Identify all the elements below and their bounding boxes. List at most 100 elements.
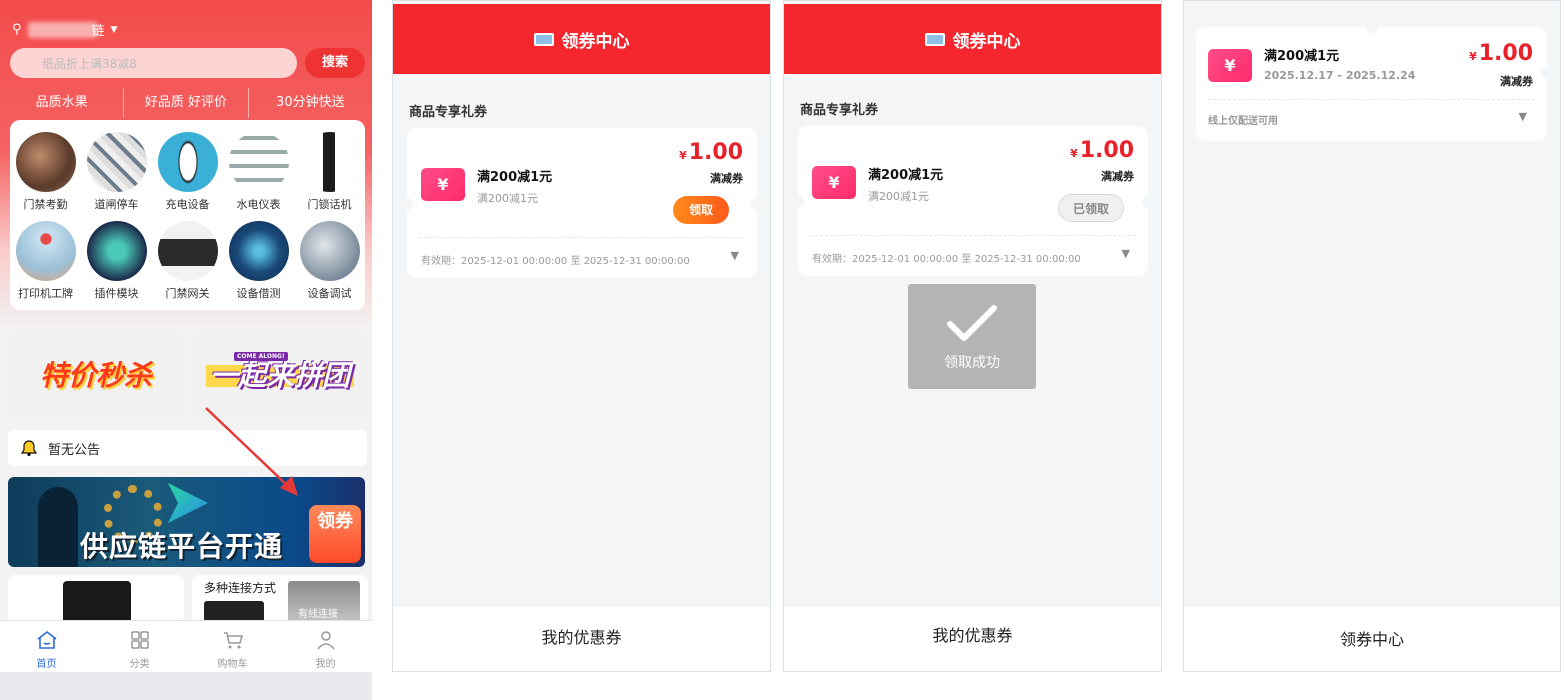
category-parking[interactable]: 道闸停车 [81,132,152,220]
tab-label: 首页 [36,659,57,670]
category-label: 插件模块 [94,287,139,300]
home-screen: ⚲ 链 ▼ 纸品折上满38减8 搜索 品质水果 好品质 好评价 30分钟快送 门… [0,0,372,700]
category-label: 充电设备 [165,198,210,211]
home-icon [37,630,56,649]
my-coupons-button[interactable]: 我的优惠券 [784,605,1161,671]
card-notch [1142,196,1154,208]
slogan-bar: 品质水果 好品质 好评价 30分钟快送 [0,88,372,118]
category-printer[interactable]: 打印机工牌 [10,221,81,309]
currency-symbol: ¥ [679,149,687,162]
coupon-title: 满200减1元 [477,170,553,185]
coupon-subtitle: 满200减1元 [868,190,929,203]
page-header: 领券中心 [393,4,770,74]
coupon-type: 满减券 [1500,75,1533,88]
my-coupons-screen: ¥ 满200减1元 2025.12.17 - 2025.12.24 ¥1.00 … [1183,0,1561,672]
tab-label: 我的 [315,659,336,670]
product-card-title: 多种连接方式 [204,581,277,595]
page-header: 领券中心 [784,4,1161,74]
claim-coupon-badge[interactable]: 领券 [309,505,361,563]
validity-text: 有效期：2025-12-01 00:00:00 至 2025-12-31 00:… [421,256,690,267]
price-amount: 1.00 [1079,138,1134,163]
flash-sale-text: 特价秒杀 [39,359,152,392]
yen-coupon-icon: ¥ [1208,49,1252,82]
tab-profile[interactable]: 我的 [279,621,372,672]
notice-bar[interactable]: 暂无公告 [8,430,367,466]
category-image [299,221,360,281]
category-charging[interactable]: 充电设备 [152,132,223,220]
coupon-subtitle: 满200减1元 [477,192,538,205]
search-input[interactable]: 纸品折上满38减8 [10,48,297,78]
slogan: 30分钟快送 [276,95,345,110]
category-image [157,132,218,192]
location-pin-icon: ⚲ [12,22,22,37]
price-amount: 1.00 [1478,41,1533,66]
chevron-down-icon[interactable]: ▼ [731,249,739,262]
card-notch [1366,21,1378,33]
product-card-left[interactable] [8,575,184,625]
claim-button[interactable]: 领取 [673,196,729,224]
banner-text: 供应链平台开通 [80,530,284,563]
coupon-title: 满200减1元 [868,168,944,183]
category-label: 设备调试 [307,287,352,300]
coupon-center-claimed-screen: 领券中心 商品专享礼券 ¥ 满200减1元 满200减1元 ¥1.00 满减券 … [783,0,1162,672]
ticket-icon [924,32,945,46]
category-label: 门禁网关 [165,287,210,300]
my-coupons-button[interactable]: 我的优惠券 [393,605,770,671]
category-debug[interactable]: 设备调试 [294,221,365,309]
tab-category[interactable]: 分类 [93,621,186,672]
success-toast: 领取成功 [908,284,1036,389]
search-button[interactable]: 搜索 [305,48,365,78]
product-image [63,581,131,625]
location-selector[interactable]: ⚲ 链 ▼ [12,20,117,39]
location-name-blurred [27,21,98,38]
category-modules[interactable]: 插件模块 [81,221,152,309]
coupon-type: 满减券 [1101,170,1134,183]
page-title: 领券中心 [561,31,630,52]
section-title: 商品专享礼券 [800,103,879,118]
product-card-tag: 有线连接 [298,609,338,620]
category-locks[interactable]: 门锁话机 [294,132,365,220]
category-image [299,132,360,192]
category-device-loan[interactable]: 设备借测 [223,221,294,309]
tab-label: 购物车 [217,659,248,670]
product-card-right[interactable]: 多种连接方式 有线连接 [192,575,368,625]
slogan: 好品质 好评价 [124,88,249,118]
coupon-price: ¥1.00 [1469,41,1533,66]
section-title: 商品专享礼券 [409,105,488,120]
chevron-down-icon[interactable]: ▼ [1519,110,1527,123]
category-label: 门锁话机 [307,198,352,211]
category-label: 门禁考勤 [23,198,68,211]
chevron-down-icon[interactable]: ▼ [1122,247,1130,260]
bell-icon [20,440,38,457]
category-access-attendance[interactable]: 门禁考勤 [10,132,81,220]
bottom-tab-bar: 首页 分类 购物车 我的 [0,620,372,672]
coupon-date-range: 2025.12.17 - 2025.12.24 [1264,69,1416,82]
tab-home[interactable]: 首页 [0,621,93,672]
flash-sale-banner[interactable]: 特价秒杀 [8,330,184,418]
tab-label: 分类 [129,659,150,670]
user-icon [316,631,335,650]
category-image [228,221,289,281]
tab-cart[interactable]: 购物车 [186,621,279,672]
validity-text: 有效期：2025-12-01 00:00:00 至 2025-12-31 00:… [812,254,1081,265]
supply-chain-banner[interactable]: 供应链平台开通 领券 [8,477,365,567]
coupon-card: ¥ 满200减1元 满200减1元 ¥1.00 满减券 已领取 有效期：2025… [792,126,1154,276]
price-amount: 1.00 [688,140,743,165]
card-notch [1541,67,1553,79]
category-grid: 门禁考勤 道闸停车 充电设备 水电仪表 门锁话机 打印机工牌 插件模块 门禁网关… [10,120,365,310]
group-buy-banner[interactable]: COME ALONG! 一起来拼团 [192,330,368,418]
category-meters[interactable]: 水电仪表 [223,132,294,220]
card-notch [751,198,763,210]
brand-logo [168,483,208,523]
group-buy-tag: COME ALONG! [234,352,288,361]
coupon-type: 满减券 [710,172,743,185]
currency-symbol: ¥ [1469,50,1477,63]
coupon-center-button[interactable]: 领券中心 [1184,605,1560,671]
search-placeholder: 纸品折上满38减8 [42,57,137,71]
category-image [15,132,76,192]
yen-coupon-icon: ¥ [421,168,465,201]
yen-coupon-icon: ¥ [812,166,856,199]
category-image [86,221,147,281]
coupon-center-screen: 领券中心 商品专享礼券 ¥ 满200减1元 满200减1元 ¥1.00 满减券 … [392,0,771,672]
category-gateway[interactable]: 门禁网关 [152,221,223,309]
